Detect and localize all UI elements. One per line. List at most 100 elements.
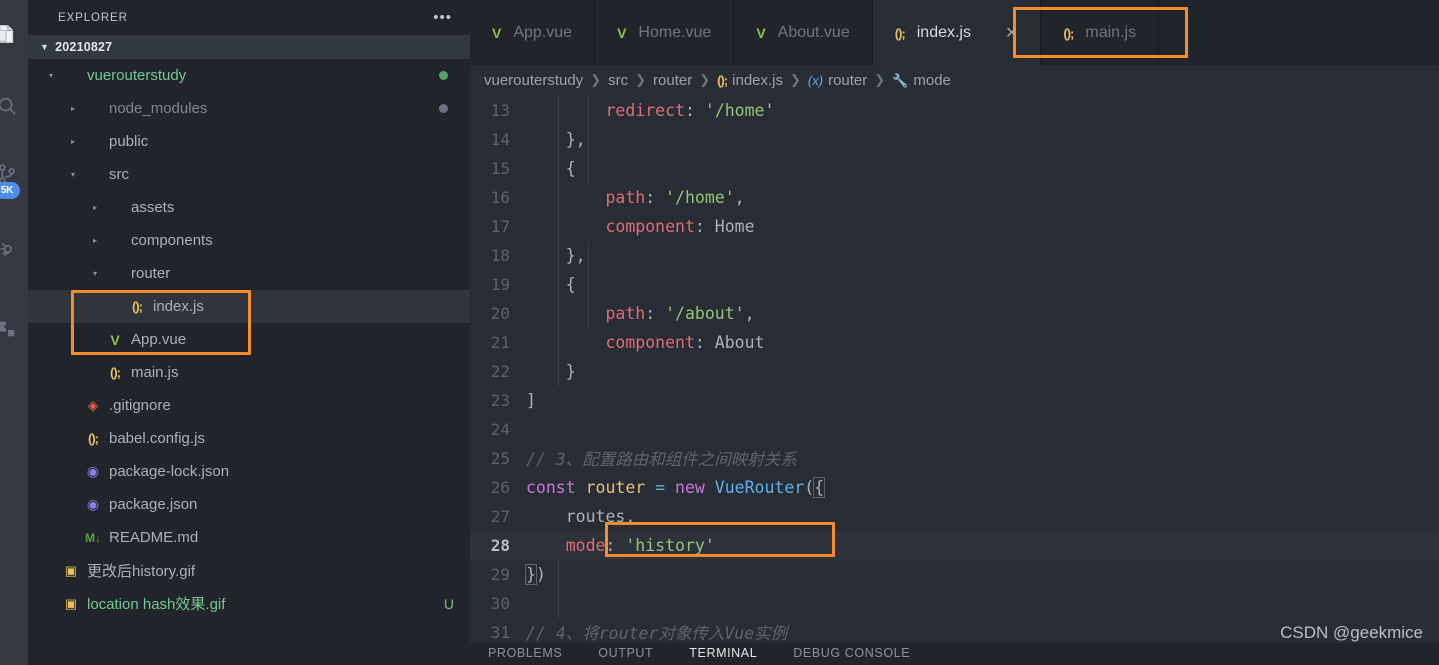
code-line-13[interactable]: 13 redirect: '/home' [470, 96, 1439, 125]
code-token: , [744, 303, 755, 323]
more-actions-icon[interactable]: ••• [433, 10, 452, 25]
tab-home-vue[interactable]: V Home.vue [595, 0, 735, 65]
code-line-24[interactable]: 24 [470, 415, 1439, 444]
line-number: 23 [490, 390, 510, 410]
tree-item-.gitignore[interactable]: ◈ .gitignore [28, 389, 470, 422]
code-line-18[interactable]: 18 }, [470, 241, 1439, 270]
chevron-right-icon[interactable]: ▸ [86, 203, 104, 212]
code-line-19[interactable]: 19 { [470, 270, 1439, 299]
js-file-icon: (); [132, 299, 143, 314]
chevron-down-icon[interactable]: ▾ [64, 170, 82, 179]
chevron-right-icon[interactable]: ▸ [86, 236, 104, 245]
code-token: } [526, 361, 576, 381]
code-editor[interactable]: 13 redirect: '/home' 14 }, 15 {16 path: '/… [470, 95, 1439, 644]
tree-item-app.vue[interactable]: V App.vue [28, 323, 470, 356]
chevron-right-icon[interactable]: ▸ [64, 137, 82, 146]
code-line-22[interactable]: 22 } [470, 357, 1439, 386]
file-icon: ▣ [60, 596, 82, 612]
code-line-21[interactable]: 21 component: About [470, 328, 1439, 357]
code-line-17[interactable]: 17 component: Home [470, 212, 1439, 241]
code-line-16[interactable]: 16 path: '/home', [470, 183, 1439, 212]
code-line-text: }) [525, 563, 546, 585]
breadcrumb-item-src[interactable]: src [608, 72, 628, 89]
tree-item-src[interactable]: ▾ src [28, 158, 470, 191]
code-line-23[interactable]: 23] [470, 386, 1439, 415]
tree-item-vuerouterstudy[interactable]: ▾ vuerouterstudy [28, 59, 470, 92]
vue-file-icon: V [492, 24, 502, 41]
code-token: } [525, 563, 537, 585]
tree-item-index.js[interactable]: (); index.js [28, 290, 470, 323]
code-token: : [645, 187, 666, 207]
run-debug-icon[interactable] [0, 225, 28, 273]
code-line-14[interactable]: 14 }, [470, 125, 1439, 154]
code-line-30[interactable]: 30 [470, 589, 1439, 618]
panel-tab-problems[interactable]: PROBLEMS [488, 643, 562, 663]
chevron-right-icon: ❯ [790, 72, 801, 88]
tab-about-vue[interactable]: V About.vue [734, 0, 873, 65]
code-line-26[interactable]: 26 const router = new VueRouter({ [470, 473, 1439, 502]
tree-item-assets[interactable]: ▸ assets [28, 191, 470, 224]
tree-item-package.json[interactable]: ◉ package.json [28, 488, 470, 521]
explorer-title: EXPLORER [58, 11, 128, 24]
tab-app-vue[interactable]: V App.vue [470, 0, 596, 65]
code-token: '/home' [665, 187, 735, 207]
code-line-20[interactable]: 20 path: '/about', [470, 299, 1439, 328]
code-line-27[interactable]: 27 routes, [470, 502, 1439, 531]
tree-item-node-modules[interactable]: ▸ node_modules [28, 92, 470, 125]
extensions-icon[interactable] [0, 305, 28, 353]
tree-item-main.js[interactable]: (); main.js [28, 356, 470, 389]
json-file-icon: ◉ [86, 463, 100, 479]
tab-index-js[interactable]: (); index.js ✕ [872, 0, 1042, 65]
json-file-icon: ◉ [86, 496, 100, 512]
chevron-right-icon[interactable]: ▸ [64, 104, 82, 113]
tree-item-label: src [109, 166, 129, 183]
tree-item-label: README.md [109, 529, 199, 546]
panel-tab-output[interactable]: OUTPUT [598, 643, 653, 663]
code-line-text: // 4、将router对象传入Vue实例 [526, 620, 787, 643]
code-line-text: } [526, 362, 576, 381]
panel-tab-debug-console[interactable]: DEBUG CONSOLE [793, 643, 910, 663]
tree-item-router[interactable]: ▾ router [28, 257, 470, 290]
breadcrumb-item-router[interactable]: router [653, 72, 692, 89]
chevron-down-icon[interactable]: ▾ [42, 71, 60, 80]
folder-section-header[interactable]: ▼ 20210827 [28, 35, 470, 59]
code-token: ( [804, 477, 815, 497]
line-number: 29 [490, 564, 510, 584]
code-line-25[interactable]: 25 // 3、配置路由和组件之间映射关系 [470, 444, 1439, 473]
tree-item-public[interactable]: ▸ public [28, 125, 470, 158]
breadcrumb-item-mode[interactable]: 🔧 mode [892, 72, 951, 89]
line-number: 26 [490, 477, 510, 497]
tree-item-label: babel.config.js [109, 430, 205, 447]
code-line-28[interactable]: 28 mode: 'history' [470, 530, 1439, 560]
code-line-text: { [526, 159, 576, 178]
tree-item--history.gif[interactable]: ▣ 更改后history.gif [28, 554, 470, 587]
tree-item-readme.md[interactable]: M↓ README.md [28, 521, 470, 554]
code-token: path [605, 187, 646, 207]
tree-item-label: index.js [153, 298, 204, 315]
breadcrumb-label: vuerouterstudy [484, 71, 584, 89]
code-line-15[interactable]: 15 { [470, 154, 1439, 183]
chevron-down-icon[interactable]: ▾ [86, 269, 104, 278]
explorer-icon[interactable] [0, 10, 28, 58]
tab-main-js[interactable]: (); main.js [1041, 0, 1160, 65]
tree-item-babel.config.js[interactable]: (); babel.config.js [28, 422, 470, 455]
tab-label: index.js [916, 23, 971, 41]
tree-item-package-lock.json[interactable]: ◉ package-lock.json [28, 455, 470, 488]
code-token: component [605, 332, 695, 352]
panel-tab-terminal[interactable]: TERMINAL [689, 643, 757, 663]
tree-item-components[interactable]: ▸ components [28, 224, 470, 257]
line-number: 19 [490, 274, 510, 294]
close-icon[interactable]: ✕ [1005, 23, 1018, 43]
code-token: '/home' [704, 100, 775, 120]
tab-file-icon: (); [895, 25, 906, 41]
tree-item-location-hash-.gif[interactable]: ▣ location hash效果.gif U [28, 587, 470, 620]
code-line-29[interactable]: 29}) [470, 560, 1439, 589]
search-icon[interactable] [0, 82, 28, 130]
breadcrumb-item-index-js[interactable]: (); index.js [717, 72, 783, 89]
breadcrumb-item-router[interactable]: (x) router [808, 72, 867, 89]
breadcrumb-item-vuerouterstudy[interactable]: vuerouterstudy [484, 72, 583, 89]
chevron-down-icon: ▼ [40, 42, 50, 52]
line-number: 21 [490, 332, 510, 352]
